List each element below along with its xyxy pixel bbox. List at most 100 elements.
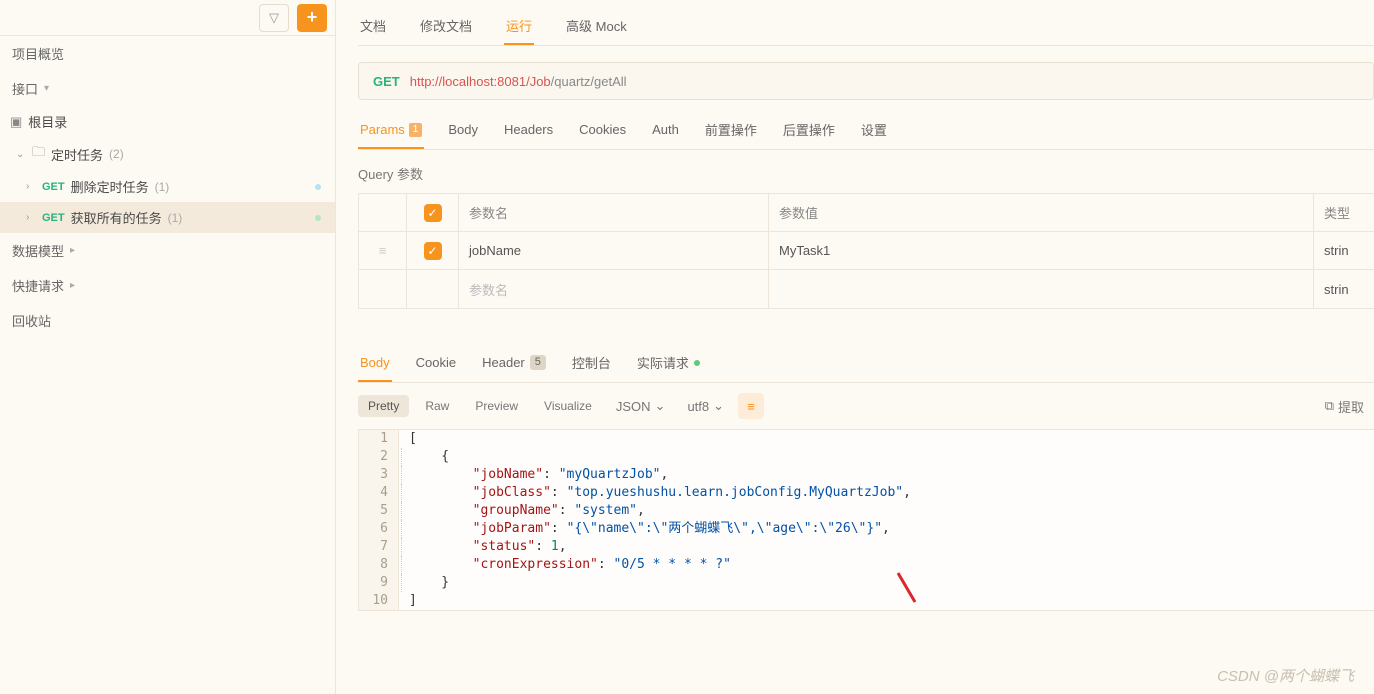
checkbox-all[interactable]: ✓ bbox=[424, 204, 442, 222]
view-pretty[interactable]: Pretty bbox=[358, 395, 409, 417]
code: ] bbox=[409, 593, 417, 608]
url-bar[interactable]: GET http://localhost:8081/Job/quartz/get… bbox=[358, 62, 1374, 100]
table-row-empty: 参数名 strin bbox=[359, 270, 1374, 308]
filter-button[interactable]: ▽ bbox=[259, 4, 289, 32]
key: "jobParam" bbox=[473, 521, 551, 536]
subtab-headers[interactable]: Headers bbox=[502, 112, 555, 149]
header-count-badge: 5 bbox=[530, 355, 546, 370]
col-type: 类型 bbox=[1314, 194, 1374, 231]
format-select[interactable]: JSON⌄ bbox=[608, 394, 674, 418]
encoding-select[interactable]: utf8⌄ bbox=[679, 394, 732, 418]
status-dot-icon bbox=[315, 184, 321, 190]
resp-tab-cookie[interactable]: Cookie bbox=[414, 345, 458, 382]
params-count-badge: 1 bbox=[409, 123, 423, 137]
extract-button[interactable]: ⧉提取 bbox=[1325, 397, 1374, 416]
http-method: GET bbox=[373, 74, 400, 89]
nav-quick[interactable]: 快捷请求 ▸ bbox=[0, 268, 335, 303]
resp-tab-actual[interactable]: 实际请求 bbox=[635, 345, 702, 382]
watermark: CSDN @两个蝴蝶飞 bbox=[1217, 665, 1354, 686]
nav-models[interactable]: 数据模型▸ bbox=[0, 233, 335, 268]
folder-icon: ▣ bbox=[10, 114, 22, 130]
drag-col bbox=[359, 270, 407, 308]
subtab-params[interactable]: Params 1 bbox=[358, 112, 424, 149]
table-header-row: ✓ 参数名 参数值 类型 bbox=[359, 194, 1374, 232]
folder-name: 定时任务 bbox=[51, 145, 103, 164]
code: { bbox=[410, 449, 449, 464]
status-dot-icon bbox=[694, 360, 700, 366]
format-icon-button[interactable]: ≡ bbox=[738, 393, 764, 419]
tab-doc[interactable]: 文档 bbox=[358, 8, 388, 45]
response-toolbar: Pretty Raw Preview Visualize JSON⌄ utf8⌄… bbox=[358, 383, 1374, 429]
val: "0/5 * * * * ?" bbox=[614, 557, 731, 572]
val: "myQuartzJob" bbox=[559, 467, 661, 482]
api-name: 删除定时任务 bbox=[71, 177, 149, 196]
col-value: 参数值 bbox=[769, 194, 1314, 231]
caret-right-icon: ▸ bbox=[70, 245, 75, 256]
subtab-cookies[interactable]: Cookies bbox=[577, 112, 628, 149]
param-type[interactable]: strin bbox=[1314, 232, 1374, 269]
nav-trash[interactable]: 回收站 bbox=[0, 303, 335, 338]
resp-tab-body[interactable]: Body bbox=[358, 345, 392, 382]
nav-api[interactable]: 接口▾ bbox=[0, 71, 335, 106]
resp-tab-console[interactable]: 控制台 bbox=[570, 345, 613, 382]
val: "{\"name\":\"两个蝴蝶飞\",\"age\":\"26\"}" bbox=[567, 521, 882, 536]
code: } bbox=[410, 575, 449, 590]
check-all-col: ✓ bbox=[407, 194, 459, 231]
tree-item-get-all[interactable]: › GET 获取所有的任务 (1) bbox=[0, 202, 335, 233]
folder-icon: 🗀 bbox=[32, 143, 45, 165]
caret-right-icon: ▸ bbox=[70, 280, 75, 291]
view-preview[interactable]: Preview bbox=[465, 395, 528, 417]
method-badge: GET bbox=[42, 212, 65, 224]
tree-root[interactable]: ▣ 根目录 bbox=[0, 106, 335, 137]
param-value-input[interactable]: MyTask1 bbox=[769, 232, 1314, 269]
subtab-settings[interactable]: 设置 bbox=[859, 112, 889, 149]
subtab-auth[interactable]: Auth bbox=[650, 112, 681, 149]
nav-overview[interactable]: 项目概览 bbox=[0, 36, 335, 71]
subtab-post[interactable]: 后置操作 bbox=[781, 112, 837, 149]
query-title: Query 参数 bbox=[358, 150, 1374, 193]
label: 提取 bbox=[1338, 397, 1364, 416]
table-row: ≡ ✓ jobName MyTask1 strin bbox=[359, 232, 1374, 270]
tab-edit[interactable]: 修改文档 bbox=[418, 8, 474, 45]
extract-icon: ⧉ bbox=[1325, 398, 1334, 414]
param-value-input[interactable] bbox=[769, 270, 1314, 308]
api-name: 获取所有的任务 bbox=[71, 208, 162, 227]
api-count: (1) bbox=[168, 211, 183, 225]
tab-run[interactable]: 运行 bbox=[504, 8, 534, 45]
label: Params bbox=[360, 122, 405, 137]
subtab-body[interactable]: Body bbox=[446, 112, 480, 149]
drag-col bbox=[359, 194, 407, 231]
chevron-right-icon: › bbox=[26, 181, 36, 192]
view-raw[interactable]: Raw bbox=[415, 395, 459, 417]
url-text: http://localhost:8081/Job/quartz/getAll bbox=[410, 74, 627, 89]
sidebar: ▽ + 项目概览 接口▾ ▣ 根目录 ⌄ 🗀 定时任务 (2) › GET 删除… bbox=[0, 0, 336, 694]
method-badge: GET bbox=[42, 181, 65, 193]
add-button[interactable]: + bbox=[297, 4, 327, 32]
label: Header bbox=[482, 355, 525, 370]
check-col bbox=[407, 270, 459, 308]
param-name-input[interactable]: jobName bbox=[459, 232, 769, 269]
funnel-icon: ▽ bbox=[269, 10, 279, 26]
tab-mock[interactable]: 高级 Mock bbox=[564, 8, 629, 45]
drag-handle[interactable]: ≡ bbox=[359, 232, 407, 269]
nav-label: 快捷请求 bbox=[12, 276, 64, 295]
param-type[interactable]: strin bbox=[1314, 270, 1374, 308]
resp-tab-header[interactable]: Header 5 bbox=[480, 345, 548, 382]
col-name: 参数名 bbox=[459, 194, 769, 231]
tree-folder-scheduled[interactable]: ⌄ 🗀 定时任务 (2) bbox=[0, 137, 335, 171]
val: "system" bbox=[574, 503, 637, 518]
param-name-input[interactable]: 参数名 bbox=[459, 270, 769, 308]
status-dot-icon bbox=[315, 215, 321, 221]
tree-root-label: 根目录 bbox=[28, 112, 67, 131]
view-visualize[interactable]: Visualize bbox=[534, 395, 602, 417]
subtab-pre[interactable]: 前置操作 bbox=[703, 112, 759, 149]
checkbox[interactable]: ✓ bbox=[424, 242, 442, 260]
key: "jobName" bbox=[473, 467, 543, 482]
response-body[interactable]: 1[ 2 { 3 "jobName": "myQuartzJob", 4 "jo… bbox=[358, 429, 1374, 611]
key: "groupName" bbox=[473, 503, 559, 518]
key: "status" bbox=[473, 539, 536, 554]
api-count: (1) bbox=[155, 180, 170, 194]
label: utf8 bbox=[687, 399, 709, 414]
tree-item-delete-job[interactable]: › GET 删除定时任务 (1) bbox=[0, 171, 335, 202]
chevron-down-icon: ⌄ bbox=[655, 398, 666, 414]
